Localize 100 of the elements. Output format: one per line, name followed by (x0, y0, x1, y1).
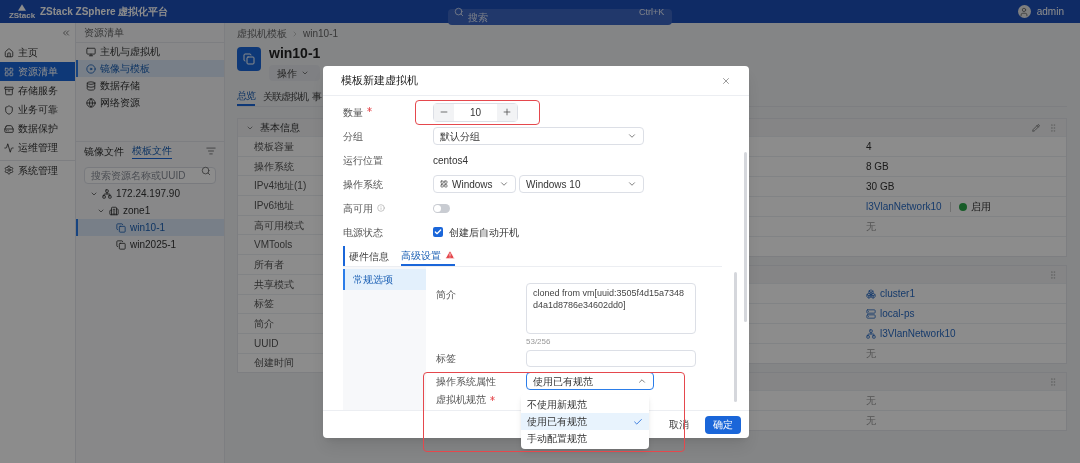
quantity-value: 10 (468, 105, 483, 120)
nav-item[interactable]: 存储服务 (0, 81, 75, 100)
property-label: 操作系统 (254, 159, 294, 174)
field-value: centos4 (433, 153, 469, 168)
dropdown-option[interactable]: 不使用新规范 (521, 396, 649, 413)
field-label: 电源状态 (343, 225, 383, 240)
nav-item[interactable]: 资源清单 (0, 62, 75, 81)
tree-item[interactable]: zone1 (76, 202, 224, 219)
storage-icon (866, 308, 876, 319)
os-type-select[interactable]: Windows (433, 175, 516, 193)
dropdown-option[interactable]: 使用已有规范 (521, 413, 649, 430)
description-textarea[interactable]: cloned from vm[uuid:3505f4d15a7348d4a1d8786e34602dd0] (526, 283, 696, 334)
globe-icon (86, 97, 96, 108)
chevron-down-icon (301, 69, 309, 77)
property-label: 简介 (254, 317, 274, 332)
breadcrumb-item[interactable]: 虚拟机模板 (237, 26, 287, 41)
nav-item[interactable]: 业务可靠 (0, 100, 75, 119)
decrement-button[interactable] (434, 103, 454, 121)
property-label: 模板容量 (254, 139, 294, 154)
field-label: 运行位置 (343, 153, 383, 168)
side-nav-item[interactable]: 常规选项 (343, 269, 426, 290)
menu-item[interactable]: 数据存储 (76, 77, 224, 94)
nav-item[interactable]: 运维管理 (0, 138, 75, 157)
tag-input[interactable] (526, 350, 696, 367)
plus-icon (502, 107, 512, 117)
breadcrumb-item: win10-1 (303, 27, 339, 41)
select-field[interactable]: 默认分组 (433, 127, 644, 145)
tree-item[interactable]: 172.24.197.90 (76, 185, 224, 202)
drag-handle-icon[interactable] (1048, 269, 1058, 280)
user-name[interactable]: admin (1036, 4, 1064, 19)
chevron-down-icon (627, 131, 637, 141)
disk-icon (86, 80, 96, 91)
field-label: 标签 (436, 352, 457, 366)
template-icon (237, 47, 261, 71)
tree-tab[interactable]: 模板文件 (132, 143, 172, 159)
menu-item[interactable]: 主机与虚拟机 (76, 43, 224, 60)
breadcrumb-separator-icon (291, 29, 299, 38)
os-version-select[interactable]: Windows 10 (519, 175, 644, 193)
property-label: 所有者 (254, 257, 284, 272)
property-label: IPv4地址(1) (254, 179, 307, 194)
detail-tab[interactable]: 总览 (237, 87, 255, 106)
resource-link[interactable]: l3VlanNetwork10 (880, 326, 956, 341)
checkbox-label: 创建后自动开机 (449, 225, 519, 240)
check-icon (633, 416, 643, 427)
drag-handle-icon[interactable] (1048, 122, 1058, 133)
tree-item[interactable]: win2025-1 (76, 236, 224, 253)
cluster-icon (866, 288, 876, 299)
monitor-icon (86, 46, 96, 57)
property-label: IPv6地址 (254, 198, 294, 213)
shield-icon (4, 104, 14, 115)
menu-item[interactable]: 镜像与模板 (76, 60, 224, 77)
field-label: 操作系统属性 (436, 374, 497, 389)
storage-icon (4, 85, 14, 96)
sort-icon[interactable] (206, 146, 216, 156)
property-label: VMTools (254, 238, 293, 253)
resource-link[interactable]: cluster1 (880, 286, 915, 301)
tree-item[interactable]: win10-1 (76, 219, 224, 236)
value-text: 8 GB (866, 160, 889, 174)
field-label: 高可用 (343, 201, 373, 216)
nav-item[interactable]: 主页 (0, 43, 75, 62)
chevron-down-icon (499, 179, 509, 189)
field-label: 分组 (343, 129, 363, 144)
close-icon[interactable] (721, 75, 731, 86)
detail-tab[interactable]: 关联虚拟机 (263, 87, 308, 106)
home-icon (4, 47, 14, 58)
property-label: 标签 (254, 297, 274, 312)
detail-tab[interactable]: 事 (312, 87, 321, 106)
increment-button[interactable] (497, 103, 517, 121)
resource-link[interactable]: local-ps (880, 306, 915, 321)
field-label: 操作系统 (343, 177, 383, 192)
template-icon (116, 222, 126, 233)
chevron-up-icon (637, 376, 647, 386)
collapse-icon[interactable] (61, 28, 71, 38)
tree-tab[interactable]: 镜像文件 (84, 143, 124, 159)
toggle-switch[interactable] (433, 203, 450, 213)
quantity-stepper[interactable]: 10 (433, 102, 518, 122)
nav-item[interactable]: 数据保护 (0, 119, 75, 138)
resource-link[interactable]: l3VlanNetwork10 (866, 199, 942, 214)
zone-icon (109, 205, 119, 216)
template-icon (116, 239, 126, 250)
confirm-button[interactable]: 确定 (705, 415, 741, 434)
dialog-title: 模板新建虚拟机 (341, 73, 418, 89)
dropdown-option[interactable]: 手动配置规范 (521, 430, 649, 447)
nav-item[interactable]: 系统管理 (0, 160, 75, 179)
action-button[interactable]: 操作 (269, 65, 321, 81)
character-count: 53/256 (526, 337, 551, 347)
drag-handle-icon[interactable] (1048, 376, 1058, 387)
value-text: 4 (866, 140, 872, 154)
windows-icon (440, 180, 448, 188)
search-icon (201, 166, 211, 176)
page-title: win10-1 (269, 44, 321, 62)
edit-icon[interactable] (1032, 123, 1040, 132)
search-icon (454, 6, 465, 17)
checkbox[interactable] (433, 227, 443, 237)
menu-item[interactable]: 网络资源 (76, 94, 224, 111)
avatar-icon[interactable] (1017, 5, 1031, 18)
panel-title: 资源清单 (84, 26, 124, 40)
property-label: 高可用模式 (254, 218, 304, 233)
field-label: 虚拟机规范 (436, 394, 486, 406)
cluster-icon (102, 188, 112, 199)
